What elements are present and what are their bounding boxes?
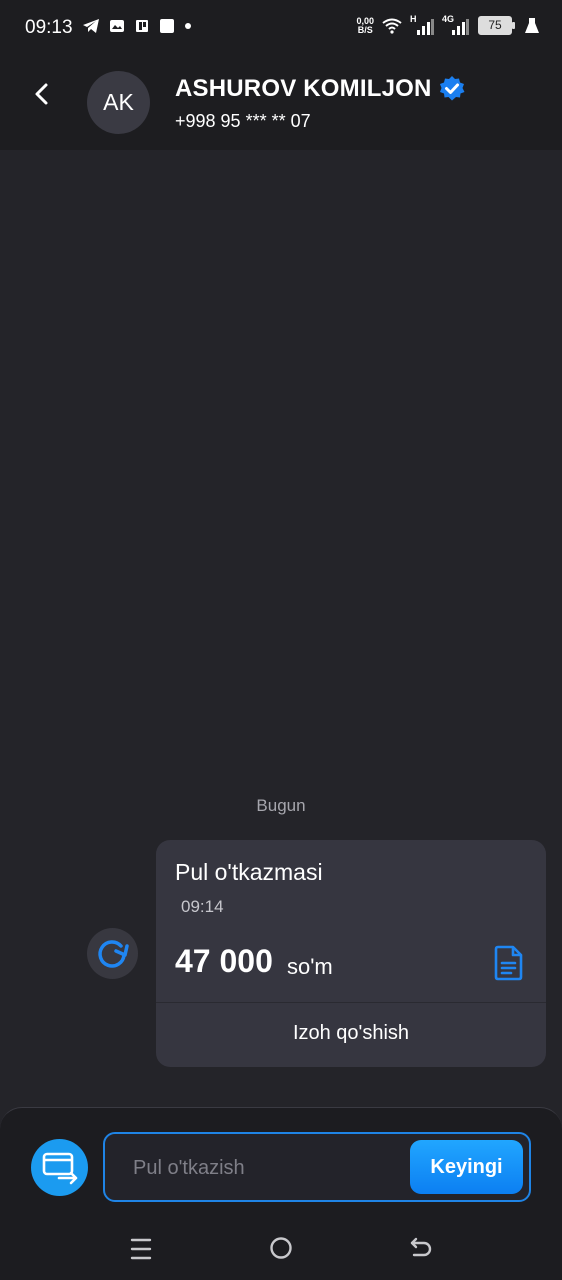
add-comment-button[interactable]: Izoh qo'shish (156, 1022, 546, 1045)
status-bar: 09:13 0,00 B/S H 4G 75 (0, 0, 562, 56)
back-arrow-icon[interactable] (26, 78, 58, 110)
card-transfer-icon (42, 1152, 78, 1185)
message-title: Pul o'tkazmasi (175, 859, 323, 885)
home-icon[interactable] (269, 1236, 293, 1260)
screen: 09:13 0,00 B/S H 4G 75 AK ASHUROV KOMILJ… (0, 0, 562, 1280)
card-divider (156, 1002, 546, 1003)
chat-header: AK ASHUROV KOMILJON +998 95 *** ** 07 (0, 56, 562, 150)
notification-icons (82, 18, 192, 34)
pdf-icon (136, 20, 148, 32)
contact-name: ASHUROV KOMILJON (175, 75, 432, 102)
signal-h: H (410, 14, 434, 35)
message-time: 09:14 (181, 897, 224, 916)
verified-badge-icon (440, 76, 465, 101)
net-speed: 0,00 B/S (356, 16, 374, 35)
battery-icon: 75 (478, 16, 515, 35)
system-icons: 0,00 B/S H 4G 75 (356, 14, 540, 35)
date-separator: Bugun (256, 796, 306, 815)
message-amount: 47 000 (175, 943, 273, 979)
refresh-button[interactable] (87, 928, 138, 979)
signal-4g: 4G (442, 14, 470, 35)
gallery-icon (110, 20, 124, 32)
avatar[interactable]: AK (87, 71, 150, 134)
net-speed-unit: B/S (357, 24, 373, 35)
transfer-amount-input[interactable] (131, 1134, 405, 1202)
flask-icon (525, 17, 539, 33)
battery-level: 75 (488, 18, 502, 32)
nav-back-icon[interactable] (408, 1235, 434, 1261)
dot-icon (185, 23, 191, 29)
signal-icon (417, 18, 434, 35)
card-transfer-button[interactable] (31, 1139, 88, 1196)
transfer-message-card[interactable]: Pul o'tkazmasi 09:14 47 000 so'm Izoh qo… (156, 840, 546, 1067)
contact-phone: +998 95 *** ** 07 (175, 111, 311, 131)
refresh-icon (98, 940, 129, 968)
next-button[interactable]: Keyingi (410, 1140, 523, 1194)
square-icon (160, 19, 174, 33)
message-currency: so'm (287, 954, 333, 979)
status-time: 09:13 (25, 17, 73, 38)
transfer-input-wrapper: Keyingi (103, 1132, 531, 1202)
receipt-icon[interactable] (492, 944, 526, 982)
telegram-icon (83, 19, 99, 33)
menu-icon[interactable] (130, 1236, 152, 1262)
signal-icon (452, 18, 469, 35)
wifi-icon (382, 18, 402, 34)
